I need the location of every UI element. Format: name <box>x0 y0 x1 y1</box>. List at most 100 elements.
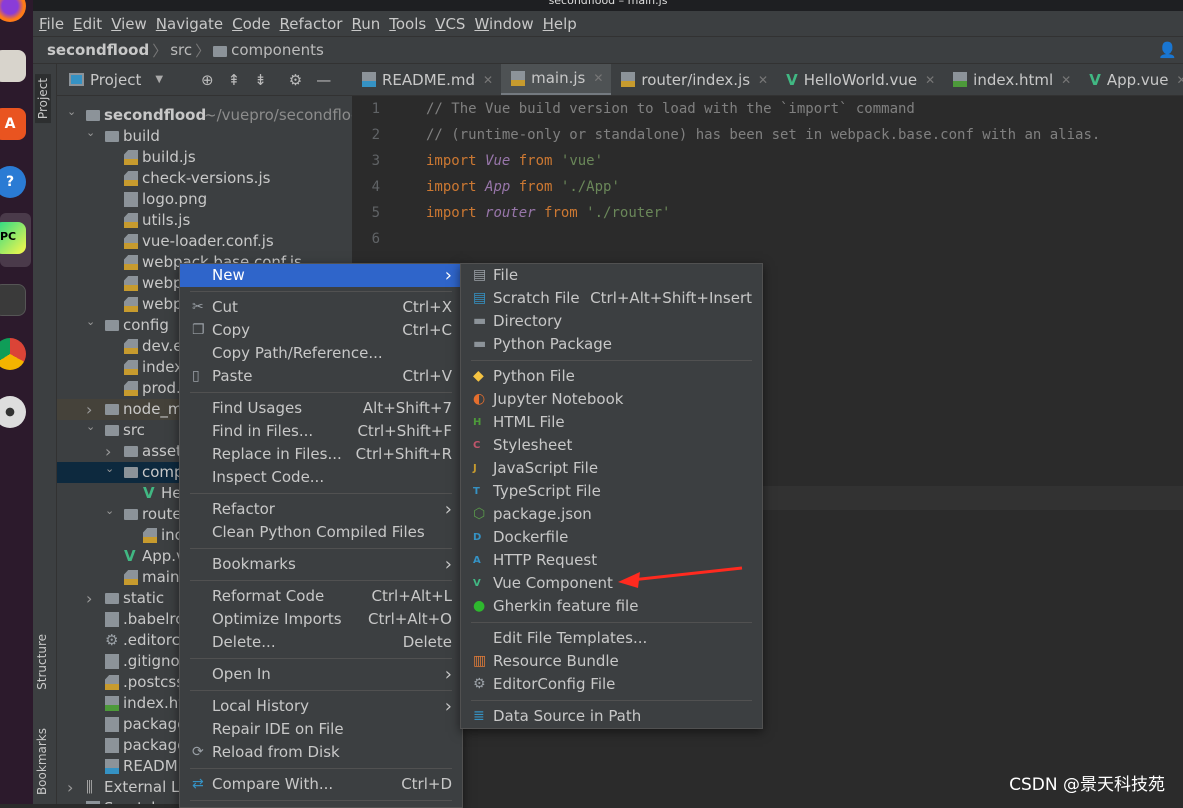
menu-item-file[interactable]: ▤ File <box>461 264 762 287</box>
menu-item-typescript-file[interactable]: T TypeScript File <box>461 480 762 503</box>
menu-item-reload-from-disk[interactable]: ⟳ Reload from Disk <box>180 741 462 764</box>
menu-item-package-json[interactable]: ⬡ package.json <box>461 503 762 526</box>
chrome-icon[interactable] <box>0 338 26 370</box>
menu-item-edit-file-templates[interactable]: Edit File Templates... <box>461 627 762 650</box>
tab-index-html[interactable]: index.html ✕ <box>943 64 1079 95</box>
chevron-down-icon[interactable]: ⌄ <box>86 122 95 143</box>
project-tool-tab[interactable]: Project <box>35 74 51 124</box>
menu-item-copy-path-reference[interactable]: Copy Path/Reference... <box>180 342 462 365</box>
bookmarks-tool-tab[interactable]: Bookmarks <box>35 728 49 795</box>
tab-app-vue[interactable]: V App.vue ✕ <box>1079 64 1183 95</box>
menu-navigate[interactable]: Navigate <box>156 15 223 33</box>
menu-view[interactable]: View <box>111 15 147 33</box>
close-icon[interactable]: ✕ <box>1177 73 1183 87</box>
menu-item-data-source-in-path[interactable]: ≣ Data Source in Path <box>461 705 762 728</box>
menu-item-repair-ide-on-file[interactable]: Repair IDE on File <box>180 718 462 741</box>
dvd-icon[interactable] <box>0 396 26 428</box>
close-icon[interactable]: ✕ <box>1061 73 1071 87</box>
menu-item-editorconfig-file[interactable]: ⚙ EditorConfig File <box>461 673 762 696</box>
menu-edit[interactable]: Edit <box>73 15 102 33</box>
menu-item-local-history[interactable]: Local History › <box>180 695 462 718</box>
menu-item-label: Optimize Imports <box>212 610 342 628</box>
chevron-right-icon[interactable]: › <box>86 588 92 609</box>
menu-item-optimize-imports[interactable]: Optimize Imports Ctrl+Alt+O <box>180 608 462 631</box>
menu-item-inspect-code[interactable]: Inspect Code... <box>180 466 462 489</box>
user-icon[interactable]: 👤 <box>1158 41 1177 59</box>
code-token: import <box>426 153 486 169</box>
chevron-down-icon[interactable]: ⌄ <box>86 311 95 332</box>
menu-item-find-in-files[interactable]: Find in Files... Ctrl+Shift+F <box>180 420 462 443</box>
pycharm-icon[interactable]: PC <box>0 222 26 254</box>
tree-item[interactable]: ⌄ build <box>57 126 352 147</box>
chevron-down-icon[interactable]: ▼ <box>155 74 163 85</box>
tree-item[interactable]: logo.png <box>57 189 352 210</box>
tab-readme-md[interactable]: README.md ✕ <box>352 64 501 95</box>
menu-item-delete[interactable]: Delete... Delete <box>180 631 462 654</box>
breadcrumb-project[interactable]: secondflood <box>47 41 149 59</box>
scratch-file-icon: ▤ <box>473 290 487 306</box>
menu-item-html-file[interactable]: H HTML File <box>461 411 762 434</box>
menu-item-bookmarks[interactable]: Bookmarks › <box>180 553 462 576</box>
tree-item[interactable]: check-versions.js <box>57 168 352 189</box>
locate-icon[interactable]: ⊕ <box>201 71 214 89</box>
menu-item-replace-in-files[interactable]: Replace in Files... Ctrl+Shift+R <box>180 443 462 466</box>
expand-all-icon[interactable]: ⇞ <box>228 71 241 89</box>
menu-item-dockerfile[interactable]: D Dockerfile <box>461 526 762 549</box>
tree-item[interactable]: build.js <box>57 147 352 168</box>
menu-run[interactable]: Run <box>351 15 380 33</box>
terminal-icon[interactable] <box>0 284 26 316</box>
firefox-icon[interactable] <box>0 0 26 22</box>
menu-item-scratch-file[interactable]: ▤ Scratch File Ctrl+Alt+Shift+Insert <box>461 287 762 310</box>
gear-icon[interactable]: ⚙ <box>289 71 302 89</box>
menu-item-new[interactable]: New › <box>180 264 462 287</box>
close-icon[interactable]: ✕ <box>483 73 493 87</box>
menu-item-open-in[interactable]: Open In › <box>180 663 462 686</box>
tab-router-index-js[interactable]: router/index.js ✕ <box>611 64 776 95</box>
menu-item-copy[interactable]: ❐ Copy Ctrl+C <box>180 319 462 342</box>
menu-item-directory[interactable]: ▬ Directory <box>461 310 762 333</box>
menu-item-paste[interactable]: ▯ Paste Ctrl+V <box>180 365 462 388</box>
menu-vcs[interactable]: VCS <box>435 15 465 33</box>
minimize-icon[interactable]: — <box>316 71 331 89</box>
menu-item-refactor[interactable]: Refactor › <box>180 498 462 521</box>
project-view-selector[interactable]: Project <box>90 71 141 89</box>
menu-item-clean-python-compiled-files[interactable]: Clean Python Compiled Files <box>180 521 462 544</box>
menu-help[interactable]: Help <box>543 15 577 33</box>
chevron-down-icon[interactable]: ⌄ <box>105 458 114 479</box>
collapse-all-icon[interactable]: ⇟ <box>254 71 267 89</box>
menu-item-find-usages[interactable]: Find Usages Alt+Shift+7 <box>180 397 462 420</box>
chevron-down-icon[interactable]: ⌄ <box>86 416 95 437</box>
close-icon[interactable]: ✕ <box>925 73 935 87</box>
structure-tool-tab[interactable]: Structure <box>35 634 49 690</box>
menu-item-compare-with[interactable]: ⇄ Compare With... Ctrl+D <box>180 773 462 796</box>
menu-file[interactable]: File <box>39 15 64 33</box>
menu-item-resource-bundle[interactable]: ▥ Resource Bundle <box>461 650 762 673</box>
menu-item-python-file[interactable]: ◆ Python File <box>461 365 762 388</box>
breadcrumb-src[interactable]: src <box>170 41 192 59</box>
close-icon[interactable]: ✕ <box>758 73 768 87</box>
chevron-down-icon[interactable]: ⌄ <box>67 101 76 122</box>
breadcrumb-components[interactable]: components <box>231 41 324 59</box>
menu-item-reformat-code[interactable]: Reformat Code Ctrl+Alt+L <box>180 585 462 608</box>
menu-item-python-package[interactable]: ▬ Python Package <box>461 333 762 356</box>
help-icon[interactable]: ? <box>0 166 26 198</box>
tree-item[interactable]: utils.js <box>57 210 352 231</box>
menu-refactor[interactable]: Refactor <box>280 15 343 33</box>
menu-item-gherkin-feature-file[interactable]: ● Gherkin feature file <box>461 595 762 618</box>
menu-item-stylesheet[interactable]: C Stylesheet <box>461 434 762 457</box>
menu-item-cut[interactable]: ✂ Cut Ctrl+X <box>180 296 462 319</box>
close-icon[interactable]: ✕ <box>593 71 603 85</box>
menu-item-jupyter-notebook[interactable]: ◐ Jupyter Notebook <box>461 388 762 411</box>
software-center-icon[interactable]: A <box>0 108 26 140</box>
menu-item-javascript-file[interactable]: J JavaScript File <box>461 457 762 480</box>
files-icon[interactable] <box>0 50 26 82</box>
tree-item[interactable]: ⌄secondflood~/vuepro/secondflood <box>57 105 352 126</box>
menu-window[interactable]: Window <box>474 15 533 33</box>
tree-item[interactable]: vue-loader.conf.js <box>57 231 352 252</box>
tab-main-js[interactable]: main.js ✕ <box>501 64 612 95</box>
chevron-down-icon[interactable]: ⌄ <box>105 500 114 521</box>
chevron-right-icon[interactable]: › <box>67 777 73 798</box>
menu-code[interactable]: Code <box>232 15 270 33</box>
tab-helloworld-vue[interactable]: V HelloWorld.vue ✕ <box>776 64 943 95</box>
menu-tools[interactable]: Tools <box>389 15 426 33</box>
